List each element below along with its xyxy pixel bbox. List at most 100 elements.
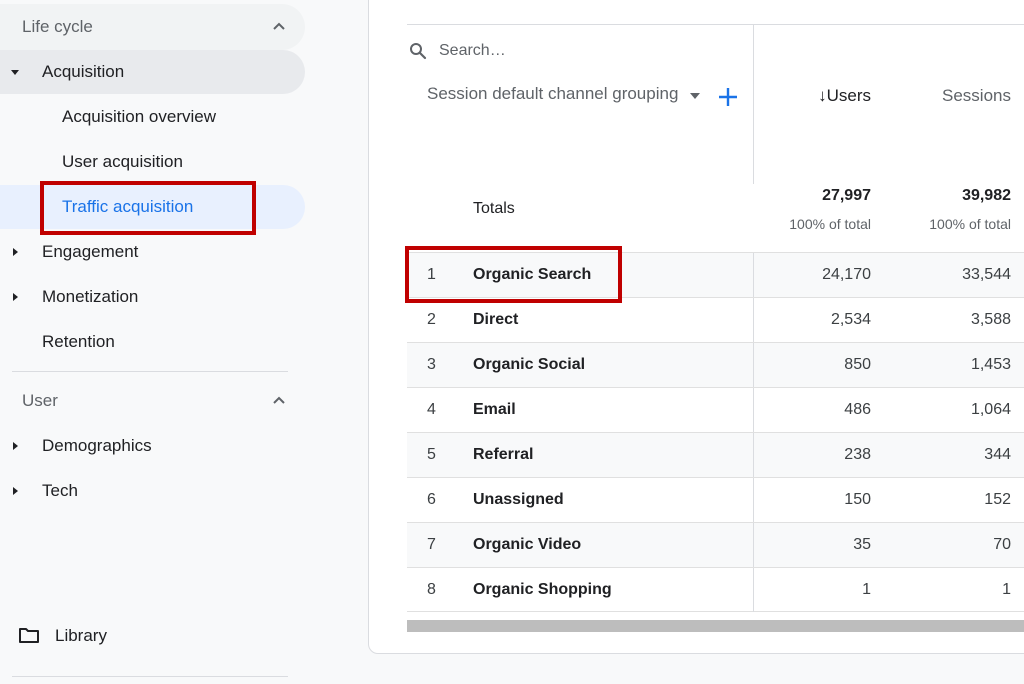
horizontal-scrollbar[interactable] [407,620,1024,632]
section-title-user: User [22,391,58,410]
column-divider [753,343,754,387]
table-row[interactable]: 3 Organic Social 850 1,453 [407,342,1024,387]
row-sessions: 1 [1002,581,1011,598]
row-channel: Organic Search [473,266,592,283]
totals-users-value: 27,997 [822,187,871,204]
caret-down-icon [11,70,19,75]
sidebar: Life cycle Acquisition Acquisition overv… [0,0,310,684]
table-row[interactable]: 6 Unassigned 150 152 [407,477,1024,522]
sidebar-item-label: Monetization [42,287,139,306]
sidebar-item-label: User acquisition [62,152,183,171]
row-users: 2,534 [830,311,871,328]
column-header-sessions[interactable]: Sessions [900,86,1011,106]
chevron-up-icon[interactable] [271,18,287,34]
row-channel: Direct [473,311,519,328]
sidebar-item-label: Traffic acquisition [62,197,194,216]
row-users: 238 [844,446,871,463]
sidebar-item-demographics[interactable]: Demographics [0,424,305,468]
totals-label: Totals [473,200,515,217]
sidebar-item-acquisition[interactable]: Acquisition [0,50,305,94]
sidebar-item-label: Acquisition overview [62,107,217,126]
row-users: 24,170 [822,266,871,283]
row-index: 2 [427,311,436,328]
sidebar-item-user-acquisition[interactable]: User acquisition [0,140,305,184]
totals-sessions-percent: 100% of total [929,216,1011,232]
row-sessions: 1,064 [970,401,1011,418]
sidebar-item-traffic-acquisition[interactable]: Traffic acquisition [0,185,305,229]
row-users: 486 [844,401,871,418]
row-index: 8 [427,581,436,598]
row-index: 4 [427,401,436,418]
table-row[interactable]: 2 Direct 2,534 3,588 [407,297,1024,342]
column-divider [753,568,754,612]
search-input[interactable] [439,38,739,64]
column-divider [753,523,754,567]
row-users: 35 [853,536,871,553]
row-channel: Unassigned [473,491,564,508]
row-channel: Organic Shopping [473,581,612,598]
row-users: 150 [844,491,871,508]
row-channel: Organic Video [473,536,582,553]
table-row[interactable]: 5 Referral 238 344 [407,432,1024,477]
row-index: 6 [427,491,436,508]
table-row[interactable]: 7 Organic Video 35 70 [407,522,1024,567]
table-search[interactable] [407,34,753,68]
sidebar-item-label: Tech [42,481,78,500]
table-row[interactable]: 8 Organic Shopping 1 1 [407,567,1024,612]
row-index: 7 [427,536,436,553]
caret-right-icon [13,442,18,450]
section-title-lifecycle: Life cycle [22,17,93,36]
column-divider [753,253,754,297]
sidebar-divider [12,371,288,372]
row-sessions: 344 [984,446,1011,463]
dropdown-arrow-icon[interactable] [690,93,700,99]
sidebar-item-monetization[interactable]: Monetization [0,275,305,319]
sidebar-divider [12,676,288,677]
sidebar-item-label: Retention [42,332,115,351]
section-header-lifecycle[interactable]: Life cycle [0,4,305,50]
column-divider [753,433,754,477]
row-users: 850 [844,356,871,373]
folder-icon [19,628,39,643]
row-index: 3 [427,356,436,373]
sidebar-item-retention[interactable]: Retention [0,320,305,364]
row-users: 1 [862,581,871,598]
table-row[interactable]: 1 Organic Search 24,170 33,544 [407,252,1024,297]
totals-sessions-value: 39,982 [962,187,1011,204]
totals-users-percent: 100% of total [789,216,871,232]
dimension-header[interactable]: Session default channel grouping [427,84,678,104]
row-sessions: 152 [984,491,1011,508]
search-icon [410,43,427,60]
caret-right-icon [13,248,18,256]
table-top-border [407,24,1024,25]
row-channel: Organic Social [473,356,586,373]
sidebar-item-tech[interactable]: Tech [0,469,305,513]
row-channel: Email [473,401,516,418]
column-header-users[interactable]: ↓Users [780,86,871,106]
row-sessions: 1,453 [970,356,1011,373]
column-divider [753,388,754,432]
sidebar-item-label: Engagement [42,242,139,261]
section-header-user[interactable]: User [0,378,305,424]
row-sessions: 3,588 [970,311,1011,328]
row-channel: Referral [473,446,534,463]
row-index: 1 [427,266,436,283]
row-sessions: 33,544 [962,266,1011,283]
column-divider [753,24,754,184]
sidebar-item-label: Acquisition [42,62,125,81]
sidebar-item-engagement[interactable]: Engagement [0,230,305,274]
row-index: 5 [427,446,436,463]
table-body: 1 Organic Search 24,170 33,544 2 Direct … [407,252,1024,612]
sidebar-item-acquisition-overview[interactable]: Acquisition overview [0,95,305,139]
caret-right-icon [13,487,18,495]
column-divider [753,478,754,522]
chevron-up-icon[interactable] [271,392,287,408]
table-row[interactable]: 4 Email 486 1,064 [407,387,1024,432]
plus-icon[interactable] [716,85,740,109]
sidebar-item-library[interactable]: Library [0,614,305,658]
caret-right-icon [13,293,18,301]
sidebar-item-label: Demographics [42,436,152,455]
row-sessions: 70 [993,536,1011,553]
column-divider [753,298,754,342]
sidebar-item-label: Library [55,626,107,645]
